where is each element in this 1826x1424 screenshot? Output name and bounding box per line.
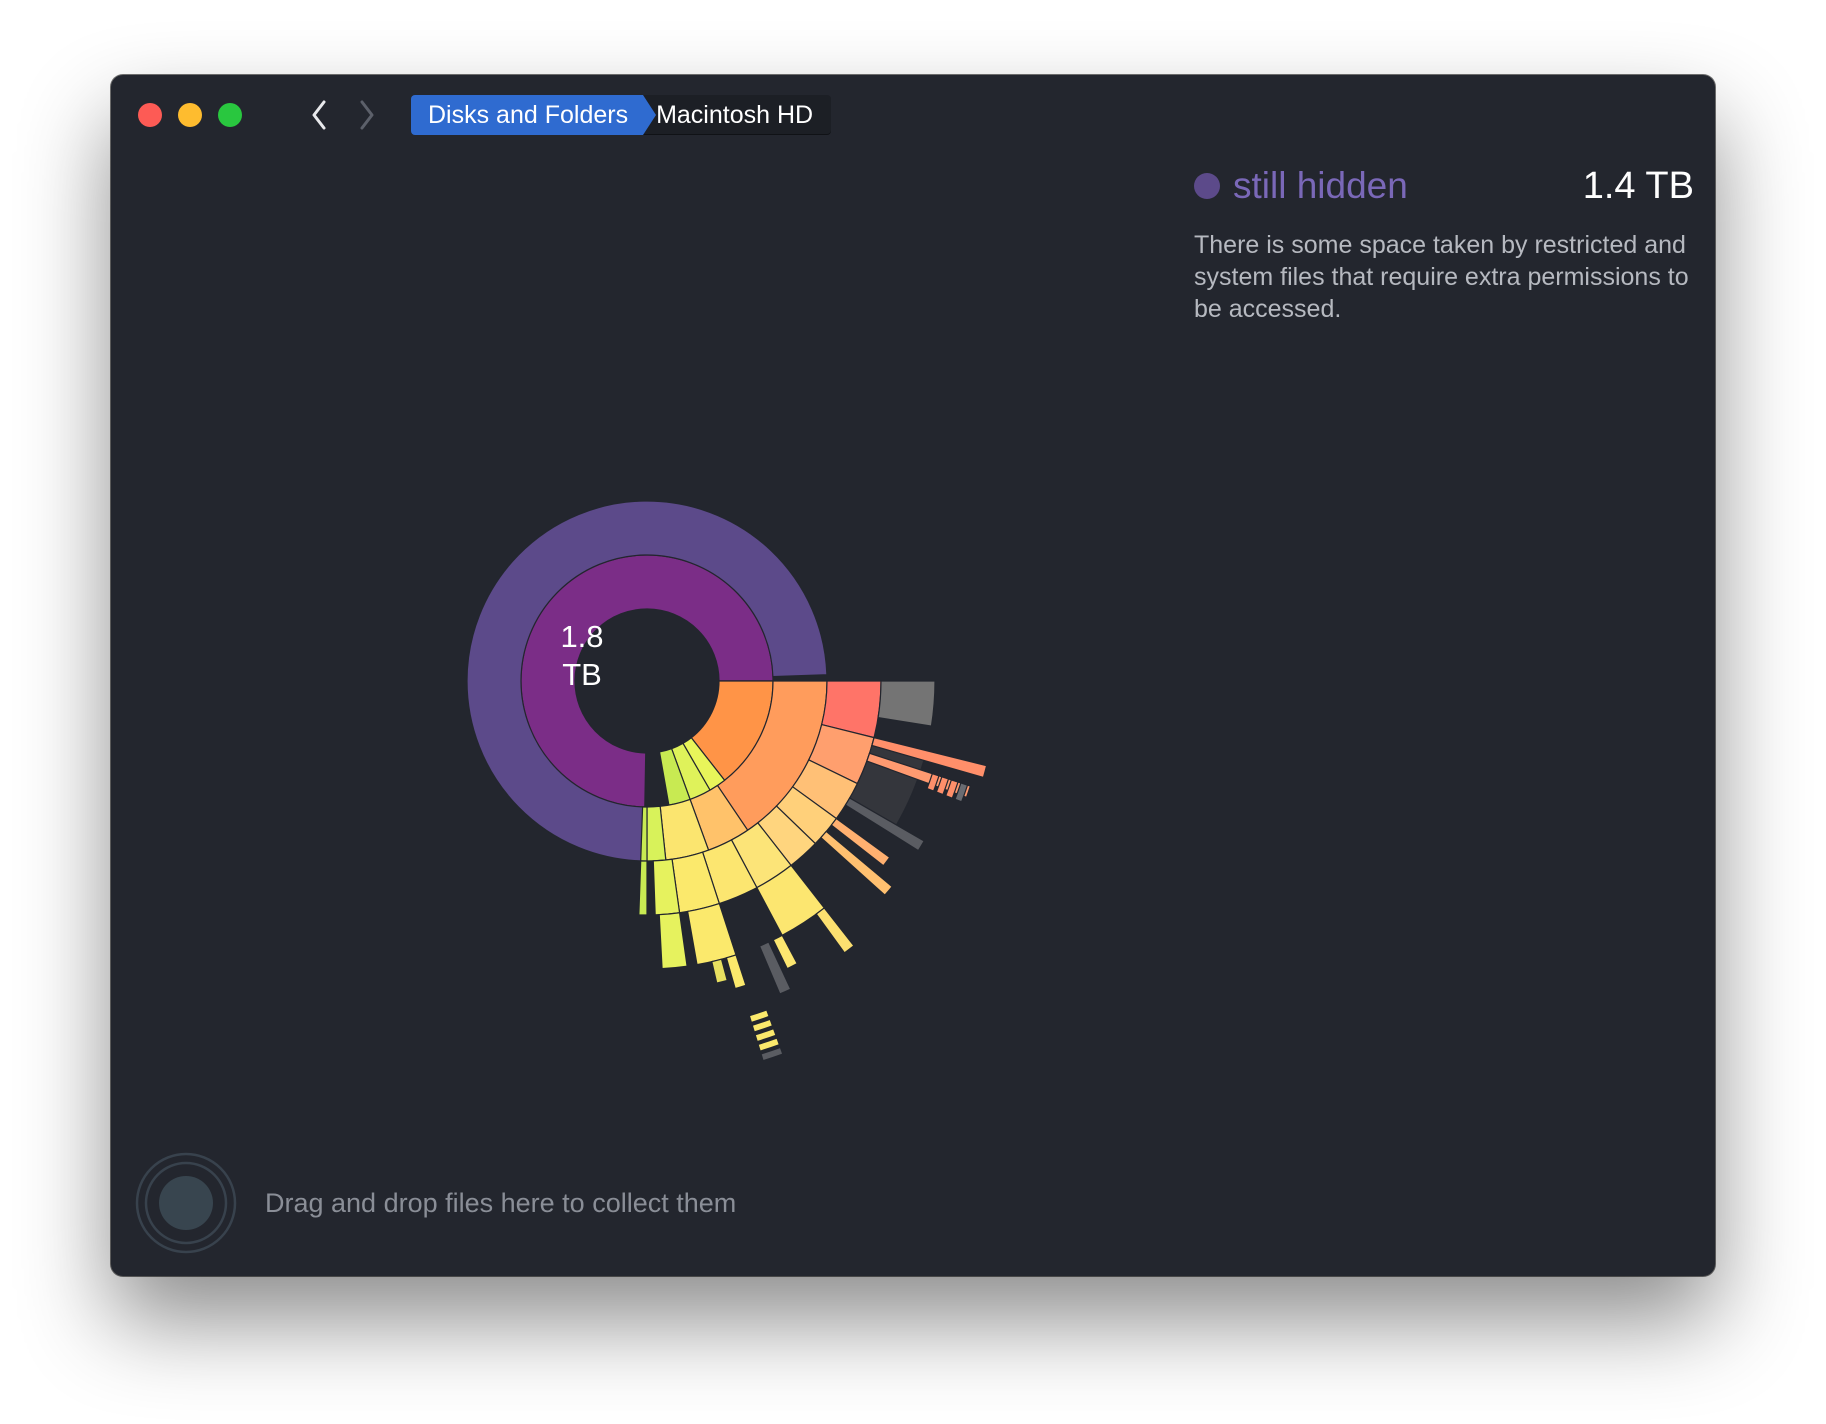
subfolder-segment[interactable]: [815, 907, 855, 954]
disk-segment[interactable]: [718, 680, 774, 684]
subfolder-segment[interactable]: [772, 934, 799, 970]
drop-zone-hint: Drag and drop files here to collect them: [265, 1187, 737, 1218]
subfolder-segment[interactable]: [711, 958, 728, 984]
folder-segment[interactable]: [646, 805, 667, 862]
folder-segment[interactable]: [638, 860, 648, 916]
folder-segment[interactable]: [658, 912, 688, 970]
breadcrumb-macintosh-hd[interactable]: Macintosh HD: [642, 95, 832, 135]
folder-segment[interactable]: [756, 805, 817, 867]
minimize-window-button[interactable]: [178, 103, 202, 127]
folder-segment[interactable]: [848, 736, 928, 826]
folder-segment[interactable]: [670, 742, 711, 801]
drop-zone[interactable]: Drag and drop files here to collect them: [135, 1152, 736, 1254]
zoom-window-button[interactable]: [218, 103, 242, 127]
file-segment[interactable]: [926, 772, 940, 792]
subfolder-segment[interactable]: [830, 817, 891, 867]
category-color-dot: [1194, 173, 1220, 199]
file-segment[interactable]: [944, 779, 959, 799]
file-segment[interactable]: [748, 1009, 770, 1024]
back-button[interactable]: [304, 97, 334, 133]
folder-segment[interactable]: [652, 858, 681, 916]
hidden-space-segment[interactable]: [466, 500, 828, 862]
file-segment[interactable]: [757, 1037, 781, 1052]
breadcrumb-disks-and-folders[interactable]: Disks and Folders: [411, 95, 643, 135]
subfolder-segment[interactable]: [871, 736, 988, 779]
subfolder-segment[interactable]: [725, 954, 747, 990]
subfolder-segment[interactable]: [820, 830, 893, 896]
folder-segment[interactable]: [775, 785, 838, 845]
folder-segment[interactable]: [659, 798, 710, 861]
folder-segment[interactable]: [690, 680, 774, 782]
folder-segment[interactable]: [820, 680, 882, 739]
folder-segment[interactable]: [658, 747, 691, 806]
folder-segment[interactable]: [671, 851, 721, 914]
file-segment[interactable]: [935, 776, 950, 796]
folder-segment[interactable]: [686, 902, 737, 966]
breadcrumb-separator-icon: [642, 95, 657, 135]
chevron-right-icon: [360, 100, 374, 130]
subfolder-segment[interactable]: [866, 752, 972, 799]
folder-segment[interactable]: [716, 680, 828, 832]
file-segment[interactable]: [954, 782, 969, 803]
app-window: Disks and Folders Macintosh HD still hid…: [111, 75, 1715, 1276]
subfolder-segment[interactable]: [844, 797, 925, 852]
drop-target-icon: [135, 1152, 237, 1254]
folder-segment[interactable]: [807, 723, 875, 785]
file-segment[interactable]: [751, 1018, 774, 1033]
close-window-button[interactable]: [138, 103, 162, 127]
chevron-left-icon: [312, 100, 326, 130]
breadcrumb-root-label: Disks and Folders: [428, 100, 629, 129]
forward-button[interactable]: [352, 97, 382, 133]
item-size: 1.4 TB: [1582, 164, 1694, 207]
item-name: still hidden: [1233, 165, 1408, 206]
folder-segment[interactable]: [791, 759, 859, 820]
breadcrumb-current-label: Macintosh HD: [656, 100, 814, 129]
folder-segment[interactable]: [730, 821, 792, 889]
total-size-label[interactable]: 1.8 TB: [522, 618, 642, 694]
folder-segment[interactable]: [689, 784, 749, 851]
folder-segment[interactable]: [756, 864, 826, 937]
folder-segment[interactable]: [701, 839, 758, 905]
file-segment[interactable]: [754, 1027, 777, 1043]
total-size-unit: TB: [562, 657, 602, 692]
file-segment[interactable]: [760, 1046, 784, 1062]
folder-segment[interactable]: [877, 680, 936, 727]
breadcrumb: Disks and Folders Macintosh HD: [411, 95, 832, 135]
folder-segment[interactable]: [682, 736, 726, 791]
subfolder-segment[interactable]: [758, 941, 792, 995]
total-size-value: 1.8: [560, 619, 604, 654]
item-info-panel: still hidden 1.4 TB There is some space …: [1194, 163, 1694, 325]
item-description: There is some space taken by restricted …: [1194, 231, 1689, 323]
folder-segment[interactable]: [640, 806, 648, 862]
